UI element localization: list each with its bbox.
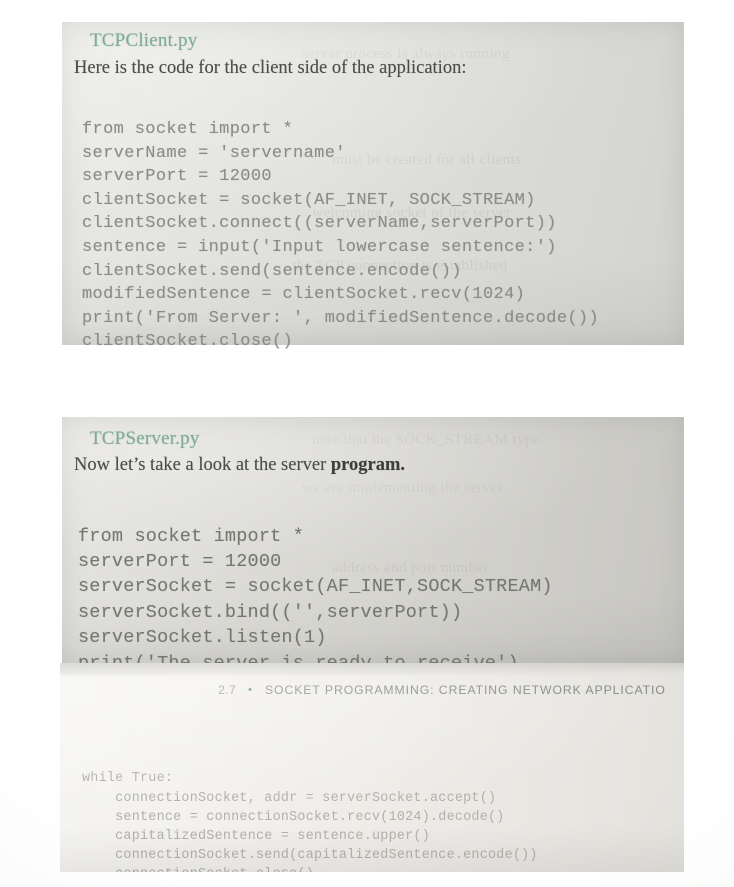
panel-subtitle-tcpclient: Here is the code for the client side of … [74,58,466,79]
bullet-icon: • [248,683,253,696]
running-head: 2.7 • SOCKET PROGRAMMING: CREATING NETWO… [218,683,666,697]
textbook-page-photo: server process is always running must be… [0,0,734,887]
ghost-text: we are implementing the server [302,480,504,496]
panel-subtitle-tcpserver: Now let’s take a look at the server prog… [74,455,405,476]
code-listing-server-loop: while True: connectionSocket, addr = ser… [82,771,538,872]
panel-title-tcpserver: TCPServer.py [90,428,200,449]
panel-subtitle-text: Now let’s take a look at the server [74,455,331,475]
panel-title-tcpclient: TCPClient.py [90,30,198,51]
running-head-title: SOCKET PROGRAMMING: CREATING NETWORK APP… [264,683,666,697]
panel-subtitle-emphasis: program. [330,455,406,475]
page-gutter-shadow [60,663,684,677]
page-lower-section: 2.7 • SOCKET PROGRAMMING: CREATING NETWO… [60,663,684,872]
ghost-text: note that the SOCK_STREAM type [312,432,540,448]
panel-subtitle-text: Here is the code for the client side of … [74,58,467,78]
running-head-section-number: 2.7 [218,683,237,697]
code-listing-tcpserver: from socket import * serverPort = 12000 … [78,525,553,674]
code-listing-tcpclient: from socket import * serverName = 'serve… [82,120,600,352]
